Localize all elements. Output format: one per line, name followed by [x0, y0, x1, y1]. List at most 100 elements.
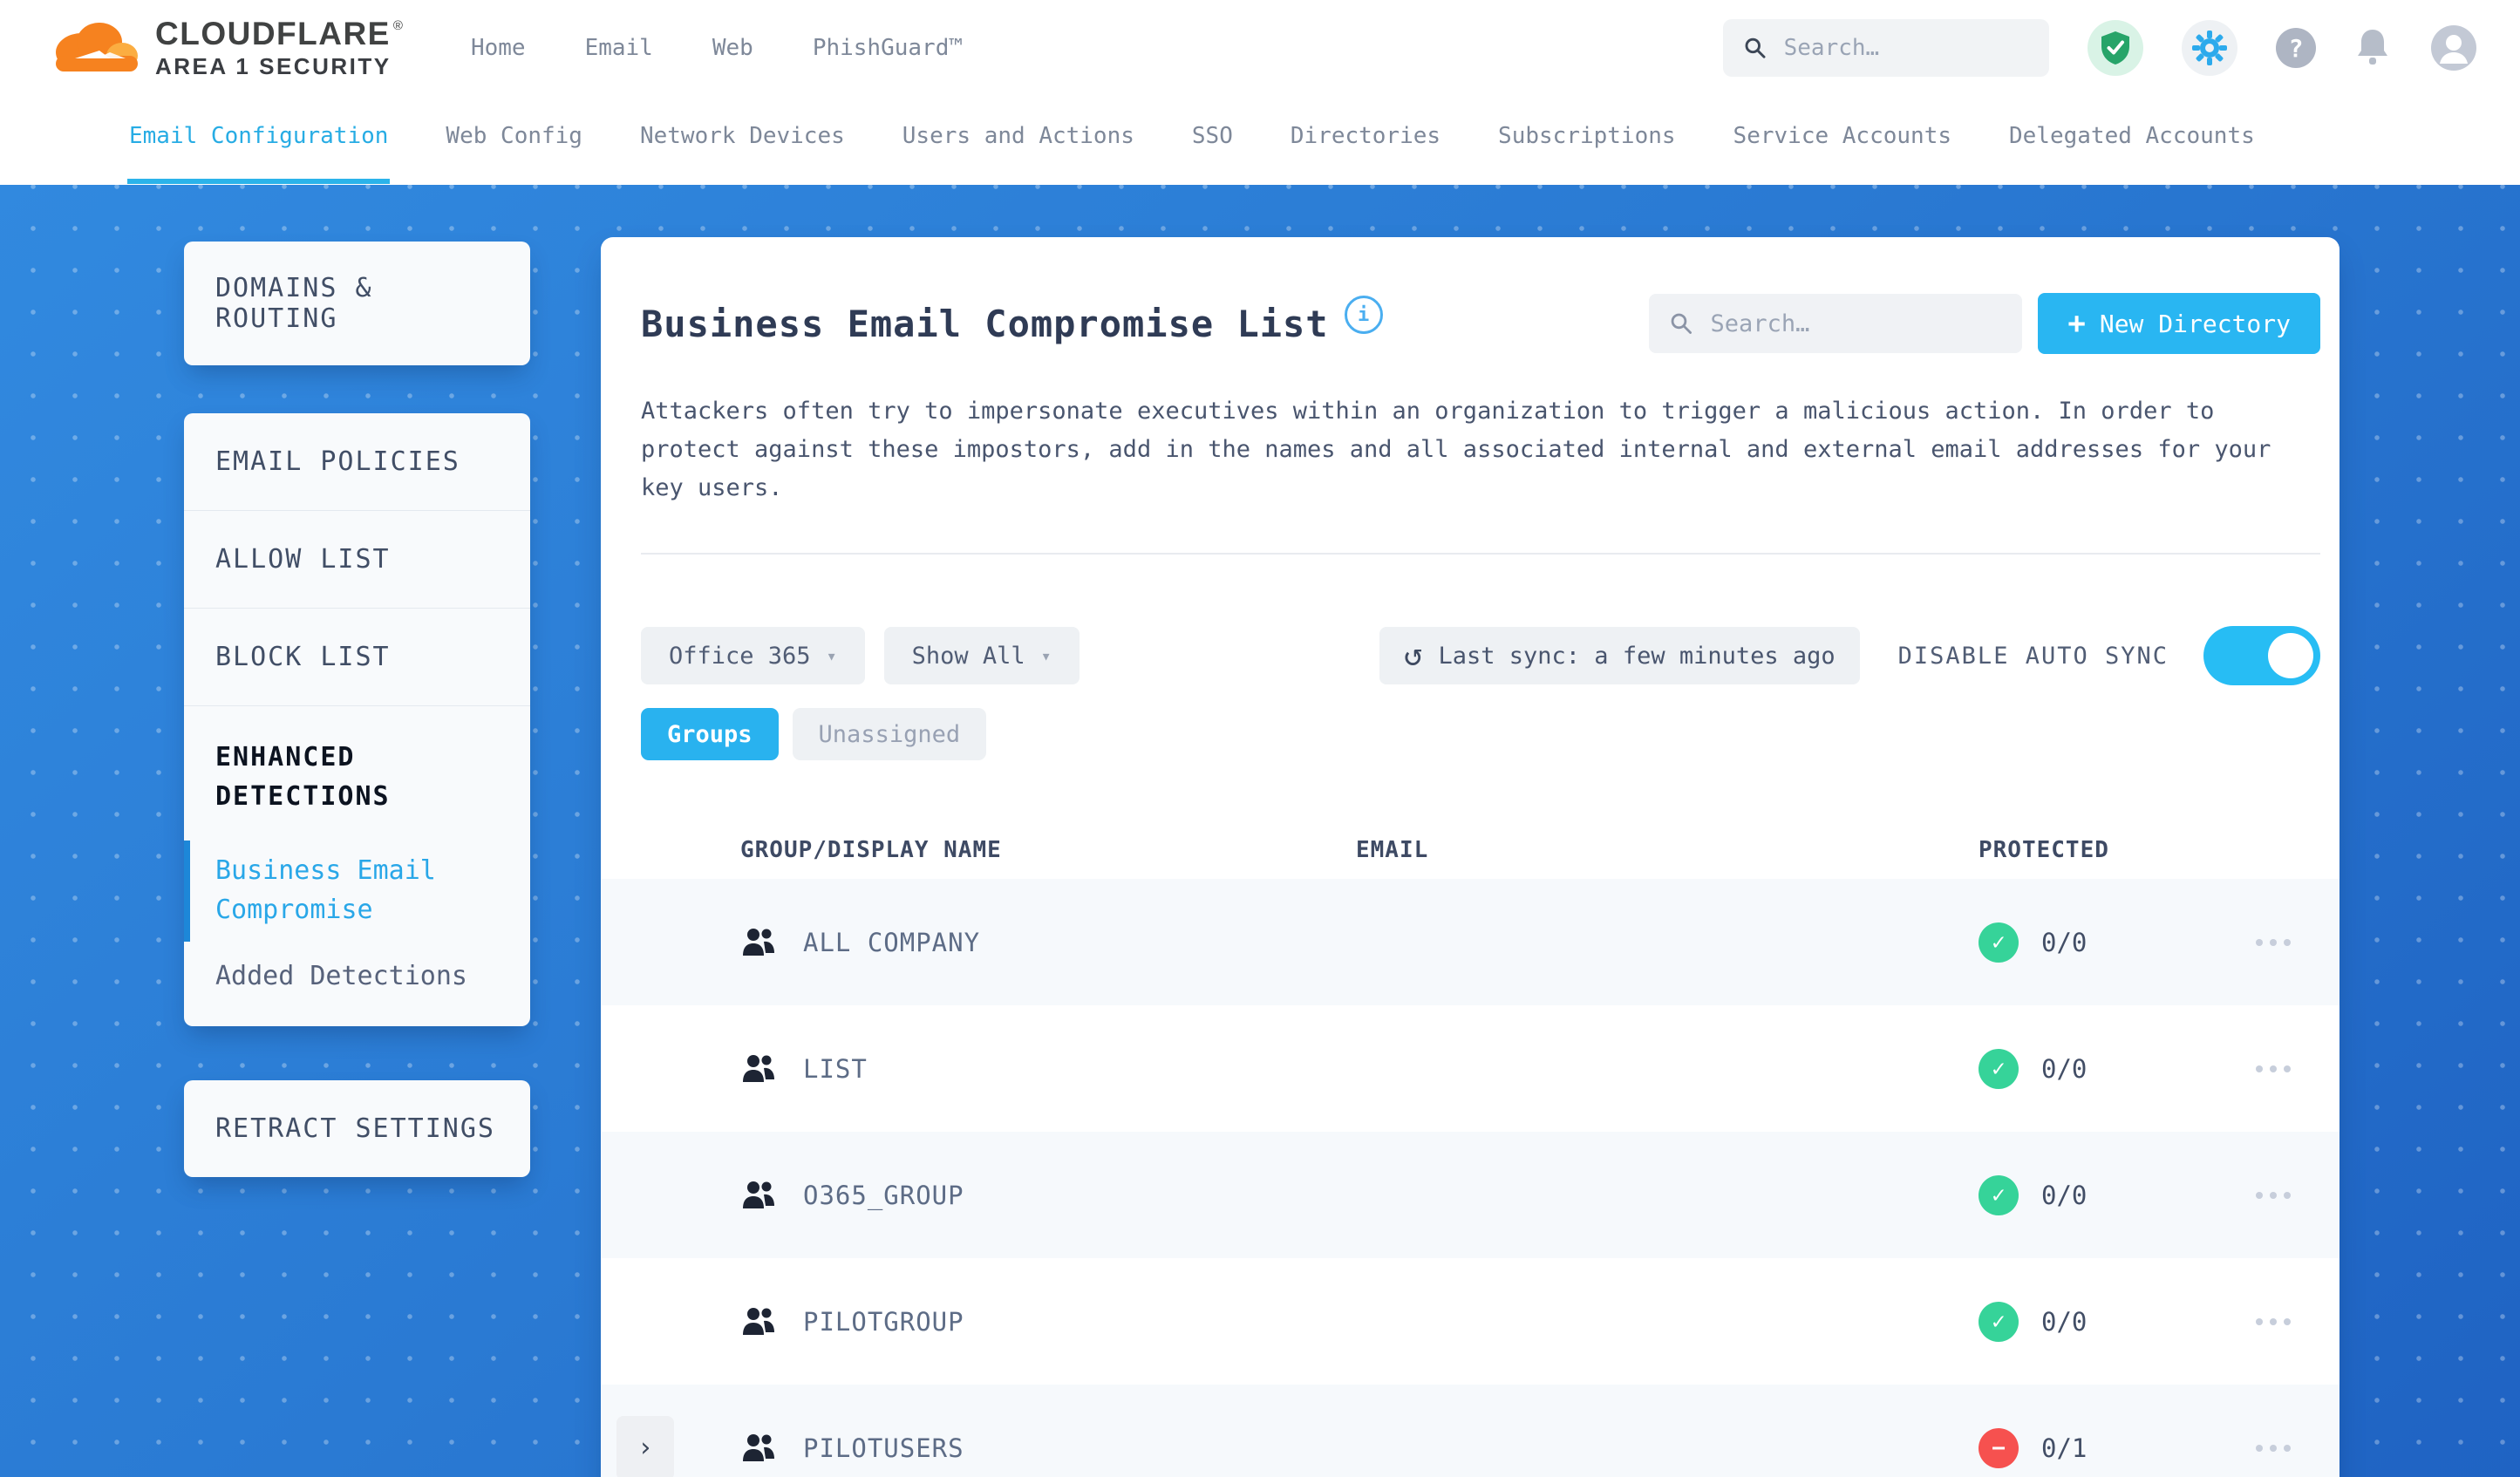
row-menu-icon[interactable]: [2256, 1065, 2263, 1072]
sidebar: DOMAINS & ROUTING EMAIL POLICIES ALLOW L…: [184, 242, 530, 1177]
auto-sync-toggle[interactable]: [2203, 626, 2320, 685]
gear-icon: [2192, 31, 2227, 65]
brand-text: CLOUDFLARE ® AREA 1 SECURITY: [155, 17, 403, 78]
title-actions: + New Directory: [1649, 293, 2320, 354]
expand-row-button[interactable]: ›: [616, 1415, 674, 1477]
tab-directories[interactable]: Directories: [1289, 97, 1442, 184]
table-header: GROUP/DISPLAY NAME EMAIL PROTECTED: [601, 821, 2340, 879]
tab-web-config[interactable]: Web Config: [444, 97, 584, 184]
config-tabs: Email Configuration Web Config Network D…: [0, 96, 2520, 185]
expand-cell: ›: [601, 1415, 740, 1477]
tab-service-accounts[interactable]: Service Accounts: [1732, 97, 1953, 184]
group-view-tabs: Groups Unassigned: [641, 708, 2320, 760]
group-people-icon: [743, 1433, 774, 1461]
sidebar-item-domains-routing[interactable]: DOMAINS & ROUTING: [184, 242, 530, 365]
primary-nav: Home Email Web PhishGuard™: [471, 35, 963, 61]
main-panel-inner: Business Email Compromise List i +: [601, 293, 2340, 760]
nav-web[interactable]: Web: [712, 35, 753, 61]
protected-cell: ✓ 0/0: [1979, 1174, 2245, 1215]
tab-delegated-accounts[interactable]: Delegated Accounts: [2007, 97, 2257, 184]
shield-check-icon: [2101, 31, 2129, 65]
notifications-bell-icon[interactable]: [2354, 28, 2391, 68]
search-icon: [1672, 313, 1692, 334]
tab-sso[interactable]: SSO: [1190, 97, 1235, 184]
menu-cell: [2245, 1065, 2340, 1072]
sidebar-item-allow-list[interactable]: ALLOW LIST: [184, 511, 530, 609]
global-search-input[interactable]: [1781, 34, 2028, 62]
directory-type-dropdown[interactable]: Office 365 ▾: [641, 627, 865, 684]
group-name: PILOTGROUP: [803, 1306, 964, 1337]
user-avatar-icon[interactable]: [2429, 24, 2478, 72]
business-email-compromise-label: Business Email Compromise: [215, 855, 436, 925]
protected-blocked-icon: −: [1979, 1427, 2019, 1468]
main-panel: Business Email Compromise List i +: [601, 237, 2340, 1477]
registered-mark: ®: [392, 17, 403, 33]
nav-phishguard[interactable]: PhishGuard™: [813, 35, 963, 61]
sidebar-item-email-policies[interactable]: EMAIL POLICIES: [184, 413, 530, 511]
tab-groups[interactable]: Groups: [641, 708, 779, 760]
info-icon[interactable]: i: [1344, 296, 1383, 334]
row-menu-icon[interactable]: [2256, 1317, 2263, 1325]
active-item-indicator: [184, 841, 190, 942]
protected-cell: ✓ 0/0: [1979, 1301, 2245, 1342]
settings-button[interactable]: [2182, 20, 2237, 76]
sidebar-enhanced-detections-group: ENHANCED DETECTIONS Business Email Compr…: [184, 706, 530, 1026]
col-protected: PROTECTED: [1979, 837, 2109, 863]
page-title: Business Email Compromise List: [641, 302, 1329, 345]
group-people-icon: [743, 1307, 774, 1335]
enhanced-detections-label: ENHANCED DETECTIONS: [215, 742, 391, 812]
protected-cell: ✓ 0/0: [1979, 1048, 2245, 1089]
group-name-cell: PILOTGROUP: [740, 1306, 1356, 1337]
tab-network-devices[interactable]: Network Devices: [638, 97, 847, 184]
group-name-cell: ALL COMPANY: [740, 927, 1356, 958]
protected-ok-icon: ✓: [1979, 1048, 2019, 1089]
col-group-display-name: GROUP/DISPLAY NAME: [740, 837, 1002, 863]
protected-cell: − 0/1: [1979, 1427, 2245, 1468]
disable-auto-sync-label: DISABLE AUTO SYNC: [1897, 642, 2169, 670]
nav-home[interactable]: Home: [471, 35, 526, 61]
protected-cell: ✓ 0/0: [1979, 922, 2245, 963]
tab-users-and-actions[interactable]: Users and Actions: [901, 97, 1136, 184]
toggle-knob: [2268, 633, 2313, 678]
refresh-icon: ↺: [1403, 637, 1423, 673]
show-filter-dropdown[interactable]: Show All ▾: [883, 627, 1080, 684]
sidebar-item-added-detections[interactable]: Added Detections: [215, 961, 499, 991]
protected-ok-icon: ✓: [1979, 922, 2019, 963]
sidebar-item-block-list[interactable]: BLOCK LIST: [184, 609, 530, 706]
row-menu-icon[interactable]: [2256, 1444, 2263, 1452]
protected-count: 0/0: [2041, 1180, 2088, 1210]
group-people-icon: [743, 928, 774, 956]
sidebar-item-retract-settings[interactable]: RETRACT SETTINGS: [184, 1080, 530, 1177]
group-people-icon: [743, 1054, 774, 1082]
nav-email[interactable]: Email: [585, 35, 653, 61]
top-header: CLOUDFLARE ® AREA 1 SECURITY Home Email …: [0, 0, 2520, 96]
protected-ok-icon: ✓: [1979, 1301, 2019, 1342]
title-row: Business Email Compromise List i +: [641, 293, 2320, 354]
protected-count: 0/0: [2041, 1306, 2088, 1337]
chevron-down-icon: ▾: [826, 645, 837, 666]
security-status-button[interactable]: [2088, 20, 2143, 76]
tab-subscriptions[interactable]: Subscriptions: [1496, 97, 1678, 184]
protected-count: 0/0: [2041, 927, 2088, 957]
directory-search-input[interactable]: [1708, 309, 2002, 338]
brand-logo[interactable]: CLOUDFLARE ® AREA 1 SECURITY: [49, 17, 403, 78]
col-email: EMAIL: [1356, 837, 1429, 863]
new-directory-button[interactable]: + New Directory: [2038, 293, 2320, 354]
table-row: PILOTGROUP ✓ 0/0: [601, 1258, 2340, 1385]
last-sync-button[interactable]: ↺ Last sync: a few minutes ago: [1379, 627, 1860, 684]
table-row: LIST ✓ 0/0: [601, 1005, 2340, 1132]
row-menu-icon[interactable]: [2256, 938, 2263, 946]
sidebar-item-business-email-compromise[interactable]: Business Email Compromise: [184, 841, 499, 942]
protected-count: 0/1: [2041, 1433, 2088, 1463]
sidebar-policies-card: EMAIL POLICIES ALLOW LIST BLOCK LIST ENH…: [184, 413, 530, 1026]
group-name-cell: LIST: [740, 1053, 1356, 1085]
help-button[interactable]: ?: [2276, 28, 2316, 68]
directory-search: [1649, 294, 2023, 353]
tab-email-configuration[interactable]: Email Configuration: [127, 97, 391, 184]
cloudflare-cloud-icon: [56, 22, 138, 71]
tab-unassigned[interactable]: Unassigned: [792, 708, 987, 760]
menu-cell: [2245, 1317, 2340, 1325]
row-menu-icon[interactable]: [2256, 1191, 2263, 1199]
menu-cell: [2245, 1191, 2340, 1199]
menu-cell: [2245, 938, 2340, 946]
